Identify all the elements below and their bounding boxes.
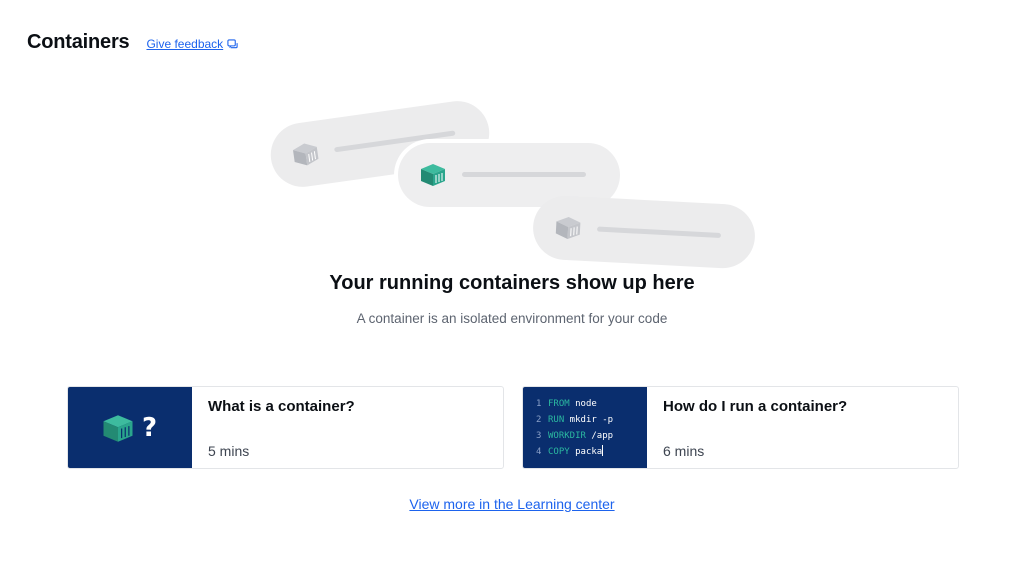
text-caret <box>602 445 604 456</box>
code-line: 3 WORKDIR /app <box>536 431 614 441</box>
card-body: How do I run a container? 6 mins <box>647 387 958 468</box>
learning-center-link-wrap: View more in the Learning center <box>0 496 1024 514</box>
empty-state-title: Your running containers show up here <box>329 272 695 294</box>
learning-card-what-is-container[interactable]: ? What is a container? 5 mins <box>67 386 504 469</box>
card-thumbnail: ? <box>68 387 192 468</box>
container-cube-icon <box>421 164 445 186</box>
code-line: 2 RUN mkdir -p <box>536 415 614 425</box>
container-placeholder-pill <box>531 194 757 270</box>
view-learning-center-link[interactable]: View more in the Learning center <box>409 496 614 512</box>
code-line: 4 COPY packa <box>536 445 604 457</box>
card-title: What is a container? <box>208 398 355 415</box>
placeholder-bar <box>462 172 586 177</box>
thumbnail-graphic: ? <box>102 413 157 443</box>
card-body: What is a container? 5 mins <box>192 387 503 468</box>
learning-card-how-run-container[interactable]: 1 FROM node 2 RUN mkdir -p 3 WORKDIR /app 4 COP… <box>522 386 959 469</box>
card-title: How do I run a container? <box>663 398 848 415</box>
card-duration: 5 mins <box>208 443 250 459</box>
container-cube-icon <box>103 414 133 442</box>
question-mark-icon: ? <box>142 413 158 443</box>
code-snippet: 1 FROM node 2 RUN mkdir -p 3 WORKDIR /app 4 COP… <box>536 396 613 460</box>
empty-state-illustration <box>0 0 1024 270</box>
code-line: 1 FROM node <box>536 399 597 409</box>
container-cube-icon <box>555 217 581 240</box>
container-cube-icon <box>293 143 319 166</box>
placeholder-bar <box>596 226 722 239</box>
card-thumbnail: 1 FROM node 2 RUN mkdir -p 3 WORKDIR /app 4 COP… <box>523 387 647 468</box>
empty-state-subtitle: A container is an isolated environment f… <box>356 311 668 326</box>
card-duration: 6 mins <box>663 443 705 459</box>
